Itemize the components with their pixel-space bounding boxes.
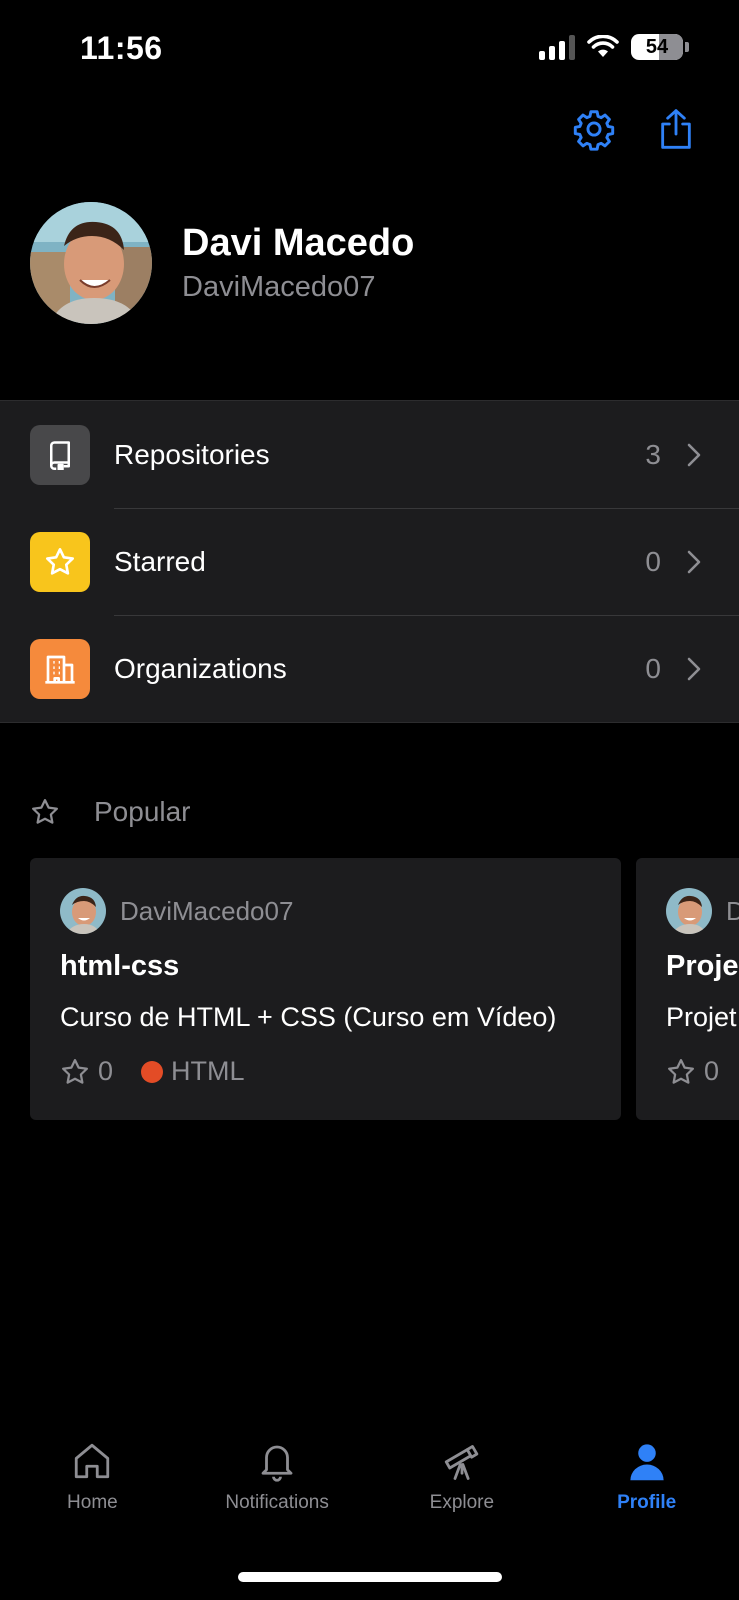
- card-owner-name: D: [726, 895, 739, 926]
- star-outline-icon: [668, 1058, 694, 1084]
- tab-label-home: Home: [67, 1492, 118, 1513]
- chevron-right-icon: [687, 443, 701, 467]
- star-outline-icon: [62, 1058, 88, 1084]
- menu-label-repositories: Repositories: [114, 438, 270, 470]
- repo-icon: [50, 440, 70, 470]
- owner-avatar: [666, 888, 712, 934]
- battery-icon: 54: [631, 34, 683, 60]
- starred-tile: [30, 531, 90, 592]
- chevron-right-icon: [687, 657, 701, 681]
- battery-percentage: 54: [645, 35, 669, 58]
- menu-row-organizations[interactable]: Organizations 0: [0, 615, 739, 722]
- card-owner: DaviMacedo07: [60, 888, 293, 934]
- status-bar: 11:56 54: [0, 0, 739, 100]
- battery-tip: [685, 42, 689, 52]
- menu-label-starred: Starred: [114, 545, 206, 577]
- card-star-count: 0: [98, 1056, 114, 1086]
- settings-button[interactable]: [571, 106, 617, 152]
- menu-row-starred[interactable]: Starred 0: [0, 508, 739, 615]
- header-actions: [571, 106, 699, 152]
- repositories-tile: [30, 424, 90, 485]
- chevron-right-icon: [687, 550, 701, 574]
- menu-label-organizations: Organizations: [114, 652, 287, 684]
- avatar[interactable]: [30, 202, 152, 324]
- gear-icon: [573, 110, 615, 151]
- share-button[interactable]: [653, 106, 699, 152]
- status-time: 11:56: [80, 30, 163, 66]
- organizations-tile: [30, 638, 90, 699]
- status-icons: 54: [539, 34, 689, 60]
- popular-label: Popular: [94, 796, 191, 827]
- tab-label-explore: Explore: [429, 1492, 495, 1513]
- share-icon: [661, 109, 691, 149]
- card-owner-name: DaviMacedo07: [120, 895, 294, 926]
- organizations-count: 0: [645, 652, 661, 684]
- person-icon: [630, 1444, 664, 1481]
- star-icon: [46, 547, 74, 575]
- starred-count: 0: [645, 545, 661, 577]
- tab-label-profile: Profile: [617, 1492, 677, 1513]
- repo-card[interactable]: D Proje Projet 0: [636, 858, 739, 1120]
- home-indicator[interactable]: [238, 1572, 502, 1582]
- tab-bar: Home Notifications Explore Profile: [0, 1440, 739, 1540]
- profile-menu: Repositories 3 Starred 0 Organizations 0: [0, 400, 739, 723]
- tab-explore[interactable]: Explore: [370, 1440, 555, 1540]
- profile-header: Davi Macedo DaviMacedo07: [30, 202, 414, 324]
- repo-card[interactable]: DaviMacedo07 html-css Curso de HTML + CS…: [30, 858, 621, 1120]
- profile-name: Davi Macedo: [182, 222, 415, 264]
- profile-username: DaviMacedo07: [182, 271, 376, 303]
- owner-avatar: [60, 888, 106, 934]
- tab-home[interactable]: Home: [0, 1440, 185, 1540]
- tab-notifications[interactable]: Notifications: [185, 1440, 370, 1540]
- telescope-icon: [444, 1445, 479, 1480]
- card-repo-description: Projet: [666, 1002, 737, 1032]
- organization-icon: [45, 655, 75, 684]
- card-star-count: 0: [704, 1056, 720, 1086]
- card-repo-title: html-css: [60, 950, 180, 982]
- menu-row-repositories[interactable]: Repositories 3: [0, 401, 739, 508]
- star-outline-icon: [32, 799, 58, 824]
- bell-icon: [261, 1445, 293, 1482]
- language-color-dot: [141, 1060, 164, 1083]
- card-meta: 0 HTML: [60, 1056, 245, 1087]
- card-repo-title: Proje: [666, 950, 739, 982]
- wifi-icon: [587, 35, 619, 57]
- popular-header: Popular: [30, 796, 191, 828]
- card-owner: D: [666, 888, 739, 934]
- home-icon: [75, 1443, 110, 1479]
- card-repo-description: Curso de HTML + CSS (Curso em Vídeo): [60, 1002, 557, 1032]
- repositories-count: 3: [645, 438, 661, 470]
- card-meta: 0: [666, 1056, 719, 1087]
- tab-profile[interactable]: Profile: [554, 1440, 739, 1540]
- cellular-signal-icon: [539, 34, 575, 60]
- profile-text: Davi Macedo DaviMacedo07: [182, 222, 414, 304]
- tab-label-notifications: Notifications: [225, 1492, 329, 1513]
- card-language: HTML: [171, 1056, 245, 1086]
